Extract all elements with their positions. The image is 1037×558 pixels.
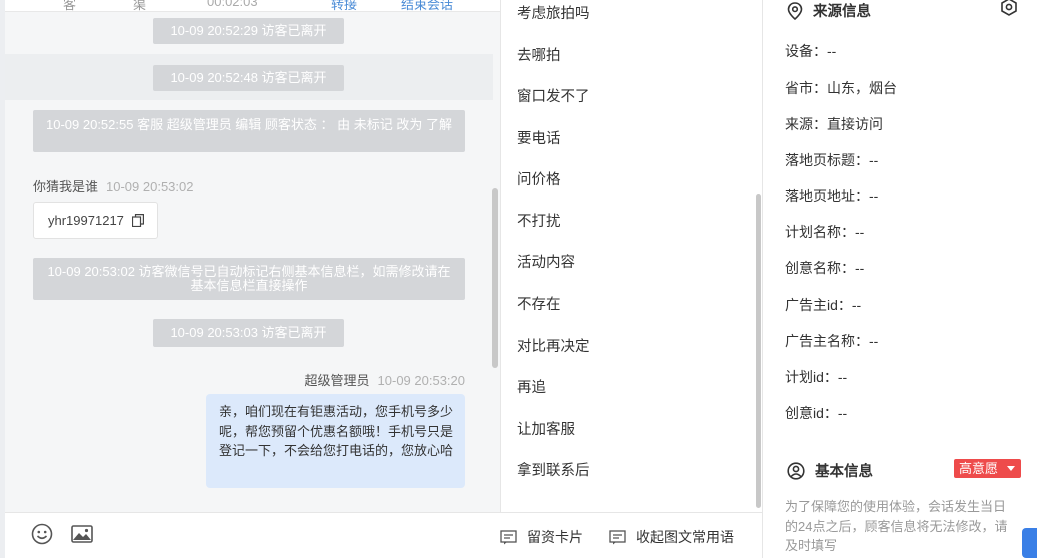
quick-phrase-item[interactable]: 活动内容 <box>517 251 575 272</box>
info-plan-id: 计划id：-- <box>785 369 848 385</box>
quick-phrase-item[interactable]: 去哪拍 <box>517 44 561 65</box>
session-duration: 00:02:03 <box>207 0 258 9</box>
quick-phrase-item[interactable]: 要电话 <box>517 127 561 148</box>
lead-card-label: 留资卡片 <box>527 529 583 545</box>
system-message: 10-09 20:52:29 访客已离开 <box>153 18 344 44</box>
header-col-visitor: 客 <box>63 0 77 12</box>
basic-info-label: 基本信息 <box>815 464 873 480</box>
user-circle-icon <box>787 461 805 480</box>
collapse-phrases-label: 收起图文常用语 <box>636 529 734 545</box>
quick-phrase-item[interactable]: 不存在 <box>517 293 561 314</box>
collapse-phrases-button[interactable]: 收起图文常用语 <box>609 527 734 547</box>
phrase-scrollbar[interactable] <box>756 194 761 508</box>
info-landing-title: 落地页标题：-- <box>785 152 879 168</box>
info-source: 来源：直接访问 <box>785 116 883 132</box>
basic-info-title: 基本信息 <box>787 460 873 481</box>
system-message: 10-09 20:53:03 访客已离开 <box>153 319 344 347</box>
quick-phrase-item[interactable]: 窗口发不了 <box>517 85 590 106</box>
location-pin-icon <box>787 1 803 20</box>
quick-phrase-item[interactable]: 不打扰 <box>517 210 561 231</box>
system-message: 10-09 20:52:55 客服 超级管理员 编辑 顾客状态 ： 由 未标记 … <box>33 110 465 152</box>
info-device: 设备：-- <box>785 43 837 59</box>
customer-info-panel: 来源信息 设备：-- 省市：山东，烟台 来源：直接访问 落地页标题：-- 落地页… <box>763 0 1037 558</box>
header-col-channel: 渠 <box>133 0 147 12</box>
quick-phrase-item[interactable]: 再追 <box>517 376 546 397</box>
message-time: 10-09 20:53:02 <box>106 179 194 194</box>
intent-level-dropdown[interactable]: 高意愿 <box>954 459 1021 478</box>
basic-info-note: 为了保障您的使用体验，会话发生当日的24点之后，顾客信息将无法修改，请及时填写 <box>785 499 1008 553</box>
agent-message-bubble: 亲，咱们现在有钜惠活动，您手机号多少呢，帮您预留个优惠名额哦！手机号只是登记一下… <box>206 394 465 488</box>
info-creative-id: 创意id：-- <box>785 405 848 421</box>
input-toolbar: 留资卡片 收起图文常用语 <box>5 512 762 558</box>
quick-phrase-item[interactable]: 对比再决定 <box>517 335 590 356</box>
source-info-title: 来源信息 <box>787 0 871 21</box>
visitor-name: 你猜我是谁 <box>33 179 99 194</box>
session-header-row: 客 渠 00:02:03 转接 结束会话 <box>5 0 500 12</box>
info-province-city: 省市：山东，烟台 <box>785 80 897 96</box>
system-message: 10-09 20:53:02 访客微信号已自动标记右侧基本信息栏，如需修改请在基… <box>33 258 465 300</box>
quick-phrase-list: 考虑旅拍吗 去哪拍 窗口发不了 要电话 问价格 不打扰 活动内容 不存在 对比再… <box>500 0 762 512</box>
message-icon <box>609 529 626 544</box>
card-icon <box>500 529 517 544</box>
chat-scrollbar[interactable] <box>492 188 498 368</box>
info-plan-name: 计划名称：-- <box>785 224 865 240</box>
transfer-link[interactable]: 转接 <box>331 0 357 11</box>
end-session-link[interactable]: 结束会话 <box>401 0 453 11</box>
system-message: 10-09 20:52:48 访客已离开 <box>153 65 344 91</box>
quick-phrase-item[interactable]: 让加客服 <box>517 418 575 439</box>
copy-icon[interactable] <box>132 214 144 227</box>
agent-name: 超级管理员 <box>304 373 370 388</box>
floating-action-button[interactable] <box>1022 528 1037 558</box>
quick-phrase-item[interactable]: 考虑旅拍吗 <box>517 2 590 23</box>
info-advertiser-name: 广告主名称：-- <box>785 333 879 349</box>
info-landing-url: 落地页地址：-- <box>785 188 879 204</box>
intent-level-label: 高意愿 <box>959 461 999 476</box>
visitor-message-text: yhr19971217 <box>48 213 124 228</box>
caret-down-icon <box>1007 466 1015 471</box>
info-advertiser-id: 广告主id：-- <box>785 297 862 313</box>
quick-phrase-item[interactable]: 拿到联系后 <box>517 459 590 480</box>
source-info-label: 来源信息 <box>813 4 871 20</box>
smile-icon[interactable] <box>31 523 53 545</box>
info-creative-name: 创意名称：-- <box>785 260 865 276</box>
image-icon[interactable] <box>71 523 93 545</box>
visitor-sender-line: 你猜我是谁 10-09 20:53:02 <box>33 176 193 195</box>
message-time: 10-09 20:53:20 <box>377 373 465 388</box>
visitor-message-bubble: yhr19971217 <box>33 202 158 239</box>
agent-sender-line: 超级管理员 10-09 20:53:20 <box>305 370 465 389</box>
lead-card-button[interactable]: 留资卡片 <box>500 527 583 547</box>
settings-icon[interactable] <box>999 0 1019 17</box>
chat-panel: 客 渠 00:02:03 转接 结束会话 10-09 20:52:29 访客已离… <box>0 0 500 558</box>
quick-phrase-item[interactable]: 问价格 <box>517 168 561 189</box>
